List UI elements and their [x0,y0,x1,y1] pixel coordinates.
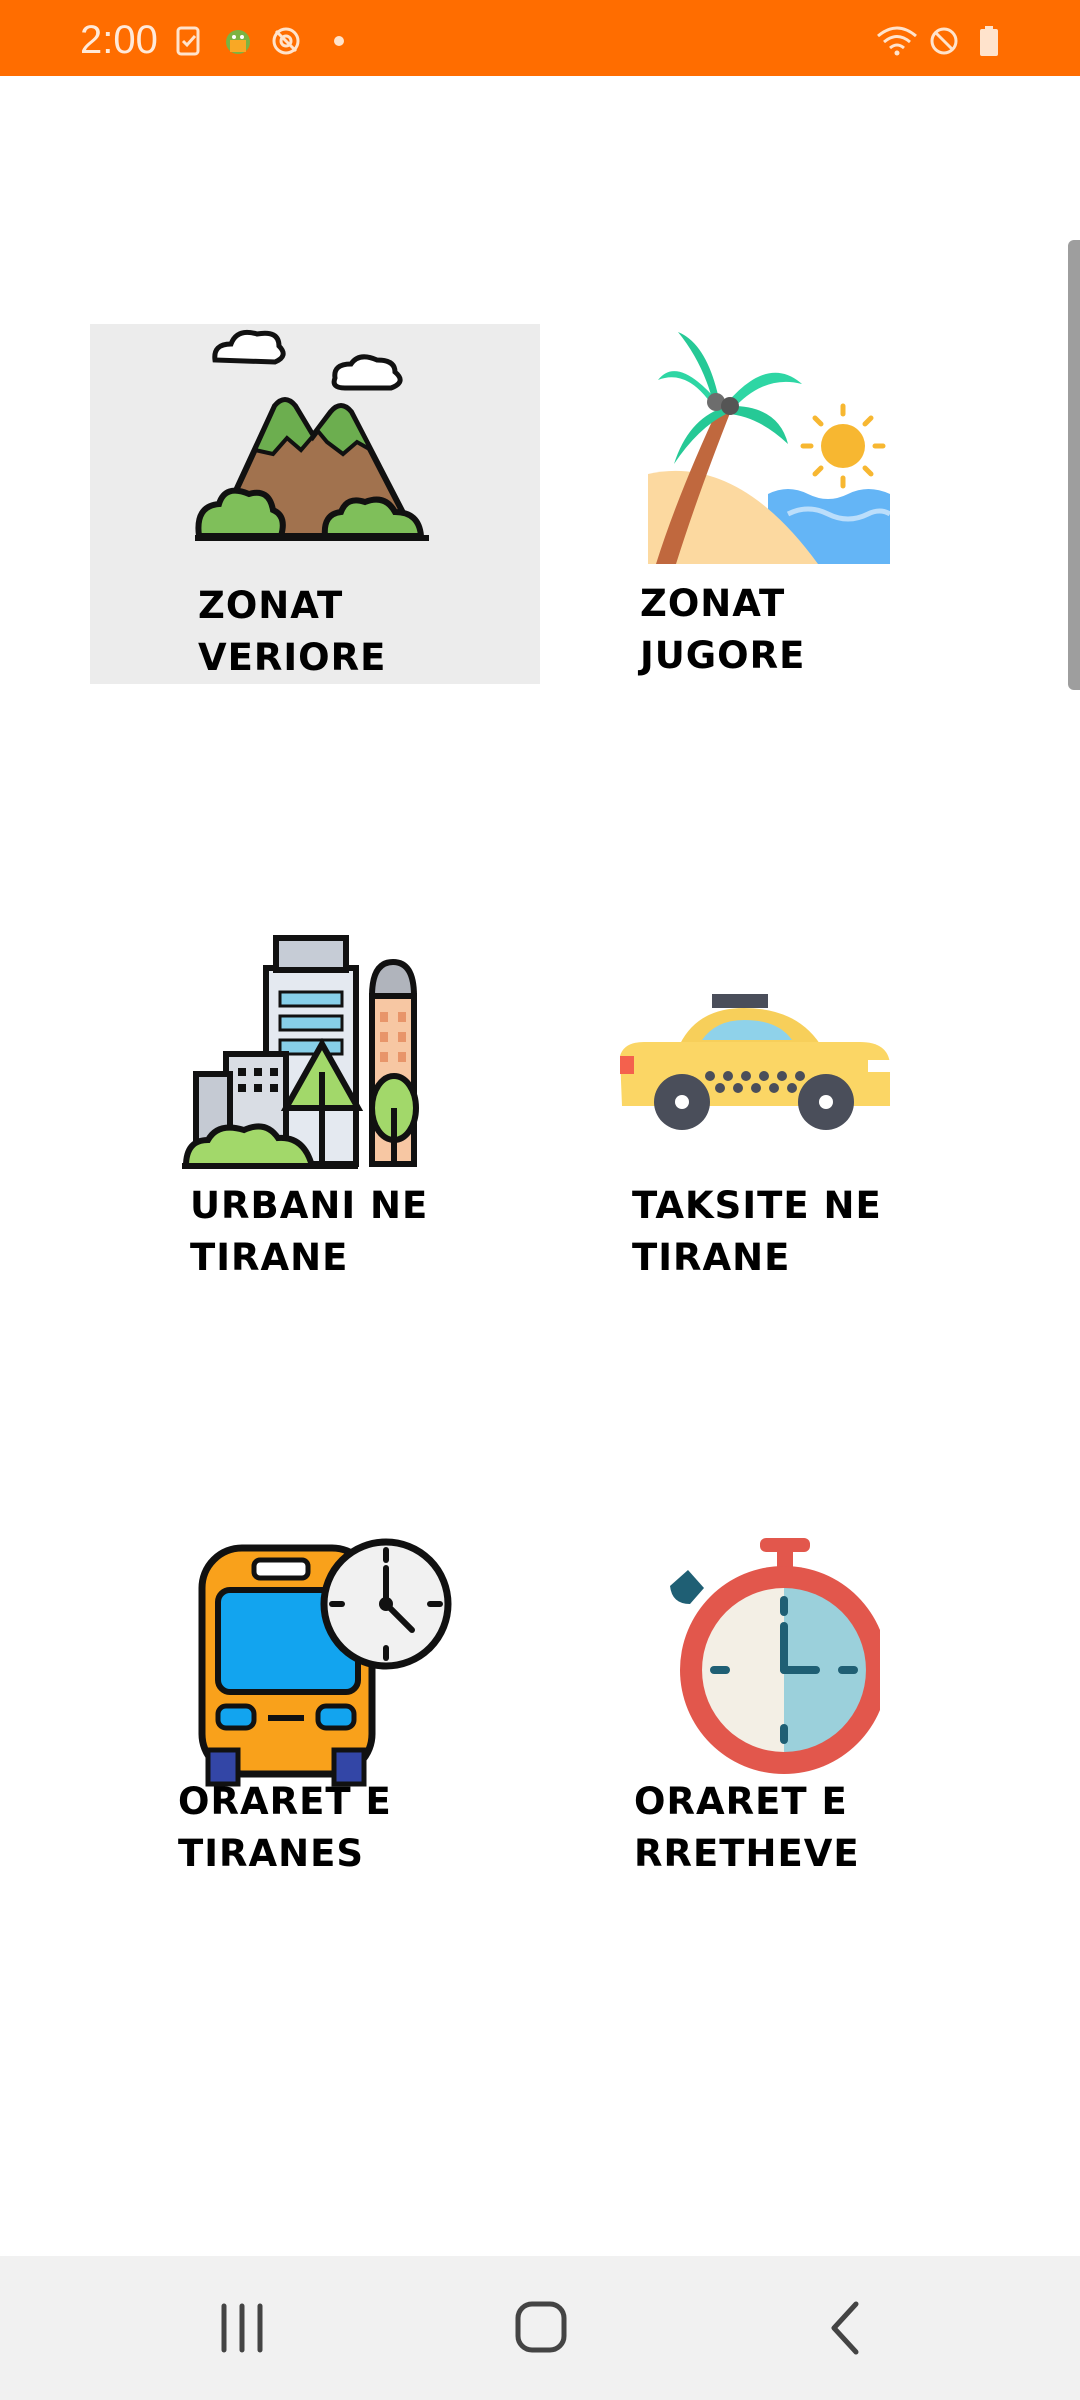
navigation-bar [0,2256,1080,2400]
tile-oraret-e-rretheve[interactable]: ORARET E RRETHEVE [600,1520,930,1900]
wifi-icon [877,26,917,56]
status-time: 2:00 [80,18,158,62]
tasks-icon [176,26,200,56]
taxi-icon [620,994,890,1130]
mountains-icon [195,329,429,541]
android-debug-icon [226,30,250,54]
tile-label: ORARET E RRETHEVE [634,1780,860,1875]
tile-taksite-ne-tirane[interactable]: TAKSITE NE TIRANE [600,924,930,1304]
tile-label: ZONAT VERIORE [198,584,387,679]
battery-icon [980,26,998,56]
do-not-disturb-icon [930,27,958,55]
tile-label: TAKSITE NE TIRANE [632,1184,882,1279]
tile-zonat-veriore[interactable]: ZONAT VERIORE [90,324,540,684]
home-icon[interactable] [500,2296,580,2360]
dot-icon [334,36,344,46]
bus-clock-icon [198,1538,452,1787]
beach-palm-icon [648,332,890,564]
back-icon[interactable] [806,2296,886,2360]
recents-icon[interactable] [202,2296,282,2360]
stopwatch-icon [670,1538,880,1774]
tile-zonat-jugore[interactable]: ZONAT JUGORE [600,324,930,684]
tile-label: ORARET E TIRANES [178,1780,392,1875]
tile-urbani-ne-tirane[interactable]: URBANI NE TIRANE [150,924,530,1304]
tile-label: URBANI NE TIRANE [190,1184,429,1279]
tile-oraret-e-tiranes[interactable]: ORARET E TIRANES [150,1520,530,1900]
city-buildings-icon [182,935,419,1169]
tile-label: ZONAT JUGORE [640,582,806,677]
status-bar: 2:00 [0,0,1080,76]
sync-off-icon [272,27,300,55]
scrollbar[interactable] [1068,240,1080,690]
